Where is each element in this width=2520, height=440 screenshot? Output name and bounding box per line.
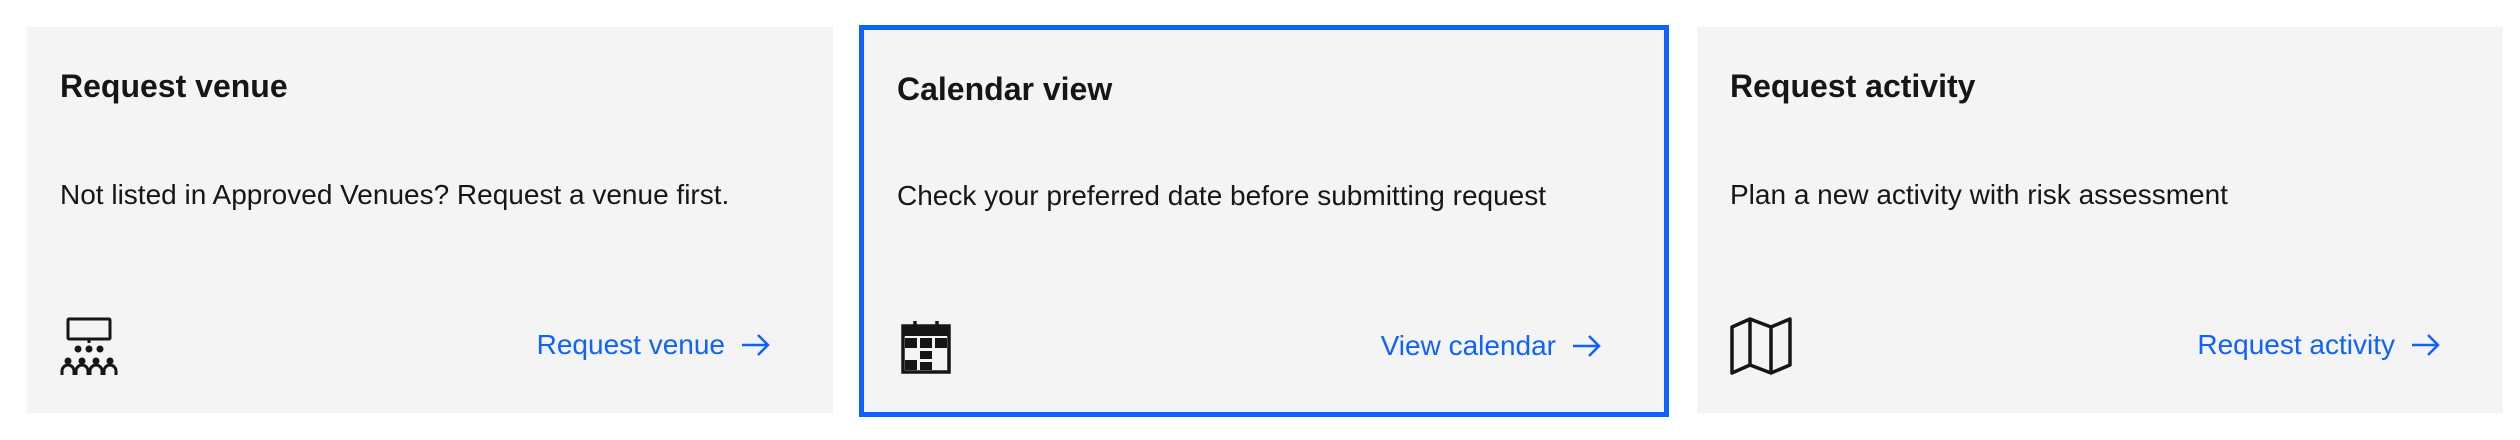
- request-activity-link[interactable]: Request activity: [2197, 329, 2441, 361]
- card-calendar-view[interactable]: Calendar view Check your preferred date …: [859, 25, 1669, 417]
- request-venue-link[interactable]: Request venue: [537, 329, 771, 361]
- card-description: Plan a new activity with risk assessment: [1730, 179, 2228, 210]
- card-title: Request venue: [60, 68, 288, 104]
- card-request-activity[interactable]: Request activity Plan a new activity wit…: [1697, 27, 2503, 413]
- card-request-venue[interactable]: Request venue Not listed in Approved Ven…: [27, 27, 833, 413]
- link-label: Request activity: [2197, 329, 2395, 360]
- view-calendar-link[interactable]: View calendar: [1381, 330, 1602, 362]
- map-icon: [1730, 317, 1792, 377]
- link-label: View calendar: [1380, 330, 1556, 361]
- presentation-audience-icon: [60, 317, 120, 377]
- card-description: Check your preferred date before submitt…: [897, 180, 1547, 211]
- calendar-icon: [900, 320, 960, 380]
- action-cards: Request venue Not listed in Approved Ven…: [0, 0, 2520, 440]
- card-title: Calendar view: [897, 71, 1113, 107]
- arrow-right-icon: [742, 334, 770, 356]
- arrow-right-icon: [2412, 334, 2440, 356]
- card-title: Request activity: [1730, 68, 1976, 104]
- arrow-right-icon: [1573, 335, 1601, 357]
- link-label: Request venue: [536, 329, 725, 360]
- card-description: Not listed in Approved Venues? Request a…: [60, 179, 730, 210]
